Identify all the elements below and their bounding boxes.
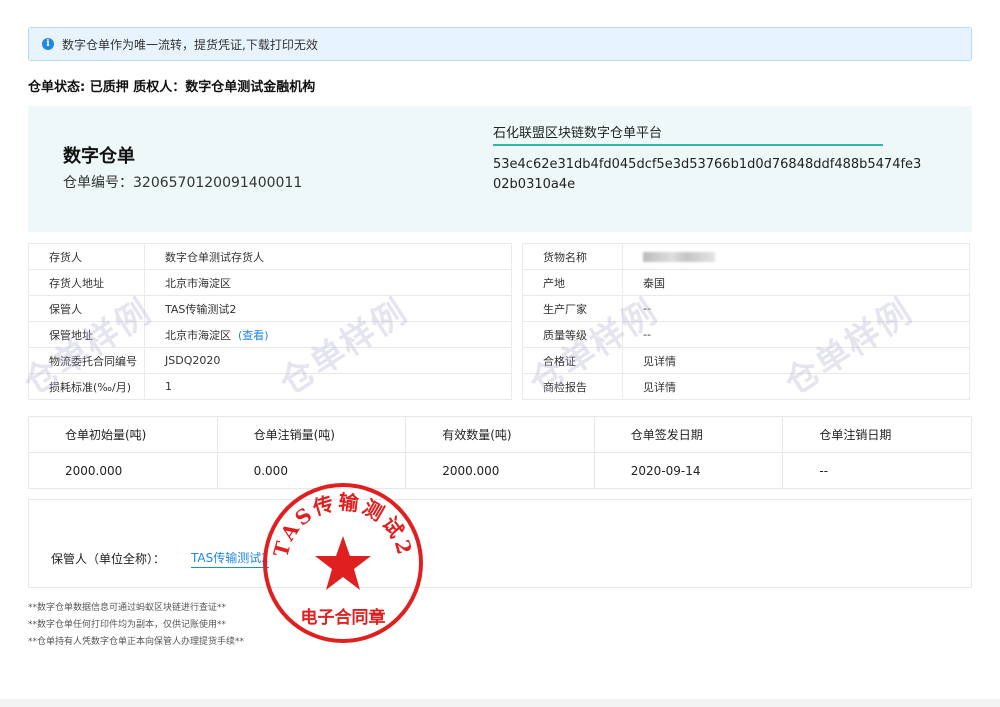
field-label: 质量等级 (522, 321, 623, 348)
field-value: -- (622, 295, 970, 322)
star-icon (315, 536, 371, 590)
certificate-link[interactable]: 见详情 (622, 347, 970, 374)
column-header: 仓单初始量(吨) (28, 416, 218, 453)
table-row: 保管人 TAS传输测试2 (28, 295, 512, 322)
field-label: 产地 (522, 269, 623, 296)
field-label: 商检报告 (522, 373, 623, 400)
view-address-link[interactable]: (查看) (238, 329, 269, 342)
seal-bottom-text: 电子合同章 (301, 607, 386, 628)
note-line: **数字仓单任何打印件均为副本，仅供记账使用** (28, 620, 227, 630)
field-label: 生产厂家 (522, 295, 623, 322)
table-row: 损耗标准(‰/月) 1 (28, 373, 512, 400)
field-value: TAS传输测试2 (144, 295, 512, 322)
table-row: 产地 泰国 (522, 269, 970, 296)
keeper-name-link[interactable]: TAS传输测试2 (191, 549, 269, 568)
field-label: 物流委托合同编号 (28, 347, 145, 374)
table-row: 存货人地址 北京市海淀区 (28, 269, 512, 296)
platform-name: 石化联盟区块链数字仓单平台 (493, 122, 883, 146)
table-row: 2000.000 0.000 2000.000 2020-09-14 -- (28, 452, 972, 489)
field-label: 保管地址 (28, 321, 145, 348)
note-line: **仓单持有人凭数字仓单正本向保管人办理提货手续** (28, 637, 245, 647)
field-value: -- (622, 321, 970, 348)
receipt-status: 仓单状态: 已质押 质权人：数字仓单测试金融机构 (28, 80, 316, 95)
notice-text: 数字仓单作为唯一流转，提货凭证,下载打印无效 (62, 37, 318, 52)
receipt-header-panel: 数字仓单 仓单编号：3206570120091400011 石化联盟区块链数字仓… (28, 106, 972, 232)
page-bottom-bar (0, 699, 1000, 707)
table-row: 保管地址 北京市海淀区 (查看) (28, 321, 512, 348)
table-row: 商检报告 见详情 (522, 373, 970, 400)
field-value: JSDQ2020 (144, 347, 512, 374)
table-row: 质量等级 -- (522, 321, 970, 348)
table-row: 合格证 见详情 (522, 347, 970, 374)
footer-notes: **数字仓单数据信息可通过蚂蚁区块链进行查证** **数字仓单任何打印件均为副本… (28, 600, 244, 651)
field-value: 数字仓单测试存货人 (144, 243, 512, 270)
keeper-label: 保管人（单位全称）： (51, 552, 166, 566)
storage-address: 北京市海淀区 (165, 328, 231, 342)
field-value (622, 243, 970, 270)
notice-banner: i 数字仓单作为唯一流转，提货凭证,下载打印无效 (28, 27, 972, 61)
field-value: 北京市海淀区 (查看) (144, 321, 512, 348)
redacted-goods-name (643, 252, 715, 262)
table-cell: -- (782, 452, 972, 489)
blockchain-hash: 53e4c62e31db4fd045dcf5e3d53766b1d0d76848… (493, 157, 922, 192)
field-label: 存货人地址 (28, 269, 145, 296)
field-value: 北京市海淀区 (144, 269, 512, 296)
table-row: 存货人 数字仓单测试存货人 (28, 243, 512, 270)
goods-info-table: 货物名称 产地 泰国 生产厂家 -- 质量等级 -- 合格证 见详情 商检报告 见详情 (522, 243, 970, 400)
depositor-info-table: 存货人 数字仓单测试存货人 存货人地址 北京市海淀区 保管人 TAS传输测试2 保管地… (28, 243, 512, 400)
info-icon: i (42, 38, 54, 50)
inspection-report-link[interactable]: 见详情 (622, 373, 970, 400)
table-row: 货物名称 (522, 243, 970, 270)
column-header: 仓单注销量(吨) (216, 416, 407, 453)
column-header: 仓单注销日期 (782, 416, 972, 453)
table-row: 物流委托合同编号 JSDQ2020 (28, 347, 512, 374)
column-header: 有效数量(吨) (405, 416, 595, 453)
field-label: 保管人 (28, 295, 145, 322)
electronic-seal: TAS传输测试2 电子合同章 (263, 483, 423, 643)
field-value: 1 (144, 373, 512, 400)
receipt-number: 仓单编号：3206570120091400011 (63, 175, 303, 191)
table-header-row: 仓单初始量(吨) 仓单注销量(吨) 有效数量(吨) 仓单签发日期 仓单注销日期 (28, 416, 972, 453)
field-label: 合格证 (522, 347, 623, 374)
table-cell: 2000.000 (28, 452, 218, 489)
field-label: 货物名称 (522, 243, 623, 270)
quantity-table: 仓单初始量(吨) 仓单注销量(吨) 有效数量(吨) 仓单签发日期 仓单注销日期 … (28, 416, 972, 489)
field-value: 泰国 (622, 269, 970, 296)
table-cell: 2000.000 (405, 452, 595, 489)
keeper-section: 保管人（单位全称）： TAS传输测试2 (28, 499, 972, 588)
field-label: 存货人 (28, 243, 145, 270)
table-cell: 2020-09-14 (593, 452, 784, 489)
receipt-title: 数字仓单 (63, 146, 135, 167)
field-label: 损耗标准(‰/月) (28, 373, 145, 400)
note-line: **数字仓单数据信息可通过蚂蚁区块链进行查证** (28, 603, 227, 613)
column-header: 仓单签发日期 (593, 416, 784, 453)
table-row: 生产厂家 -- (522, 295, 970, 322)
